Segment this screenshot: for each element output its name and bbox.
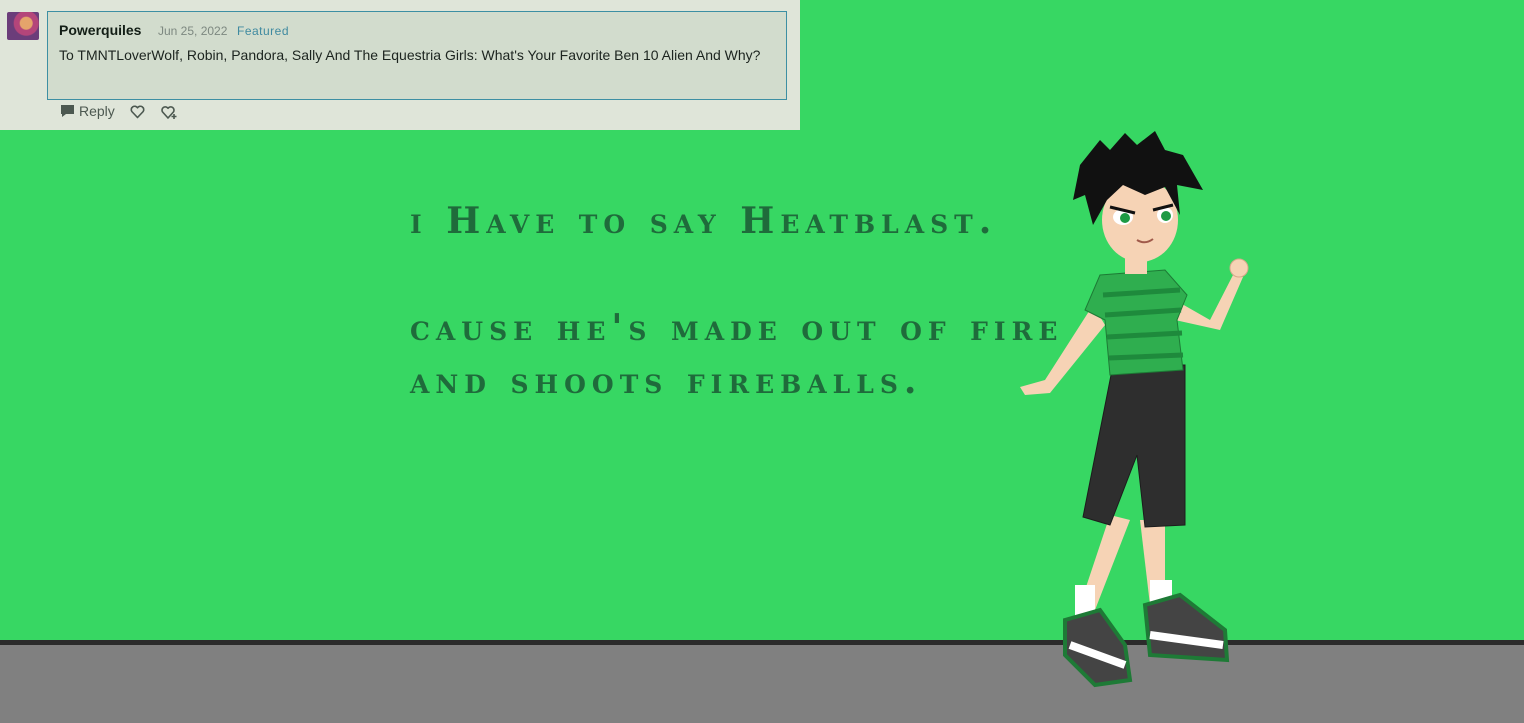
avatar[interactable] xyxy=(7,12,39,40)
comment-date: Jun 25, 2022 xyxy=(158,24,228,38)
answer-line-2: cause he's made out of fire xyxy=(410,307,1064,349)
answer-line-1: i Have to say Heatblast. xyxy=(410,200,998,242)
reply-label: Reply xyxy=(79,103,115,119)
floor xyxy=(0,640,1524,723)
comment-username[interactable]: Powerquiles xyxy=(59,22,141,38)
answer-text: i Have to say Heatblast. cause he's made… xyxy=(410,195,1063,408)
add-favourite-button[interactable] xyxy=(161,105,178,125)
like-button[interactable] xyxy=(130,105,145,124)
heart-plus-icon xyxy=(161,106,177,119)
heart-icon xyxy=(130,105,145,119)
comment-box: Powerquiles Jun 25, 2022 Featured To TMN… xyxy=(47,11,787,100)
comment-panel: Powerquiles Jun 25, 2022 Featured To TMN… xyxy=(0,0,800,130)
character-illustration xyxy=(1020,131,1249,688)
speech-bubble-icon xyxy=(61,105,74,117)
reply-button[interactable]: Reply xyxy=(60,103,115,119)
answer-line-3: and shoots fireballs. xyxy=(410,360,923,402)
featured-badge: Featured xyxy=(237,24,290,38)
comment-text: To TMNTLoverWolf, Robin, Pandora, Sally … xyxy=(59,47,761,63)
